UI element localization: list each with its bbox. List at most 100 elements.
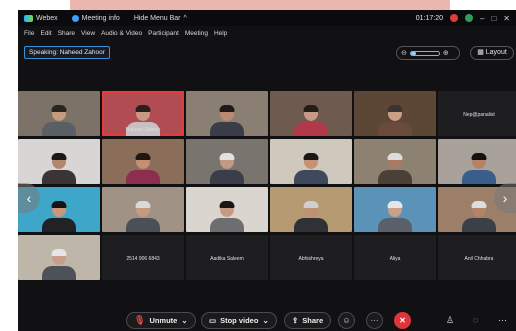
zoom-control[interactable]: ⊖ ⊕ bbox=[396, 46, 460, 60]
participant-tile[interactable] bbox=[186, 187, 268, 232]
participant-tile[interactable]: Abhishreya bbox=[270, 235, 352, 280]
stop-video-button[interactable]: ▭ Stop video ⌄ bbox=[201, 312, 277, 329]
participant-video bbox=[462, 153, 496, 184]
camera-icon: ▭ bbox=[209, 316, 217, 325]
participant-video bbox=[294, 153, 328, 184]
zoom-slider-fill bbox=[410, 51, 417, 55]
layout-label: Layout bbox=[485, 49, 507, 56]
more-options-button[interactable]: ··· bbox=[366, 312, 383, 329]
participant-tile[interactable] bbox=[102, 187, 184, 232]
participant-tile[interactable] bbox=[18, 235, 100, 280]
participant-name: Naheed Zahoor bbox=[125, 127, 161, 133]
share-button[interactable]: ⇪ Share bbox=[284, 312, 332, 329]
layout-button[interactable]: ▦ Layout bbox=[470, 46, 514, 60]
menu-meeting[interactable]: Meeting bbox=[185, 30, 208, 37]
participant-video bbox=[294, 105, 328, 136]
zoom-slider[interactable] bbox=[409, 50, 440, 56]
info-icon bbox=[71, 14, 79, 22]
participant-name: Aliya bbox=[389, 256, 401, 262]
participant-tile[interactable]: 2514 906 6843 bbox=[102, 235, 184, 280]
zoom-in-icon[interactable]: ⊕ bbox=[443, 49, 449, 57]
chevron-up-icon: ^ bbox=[183, 14, 187, 22]
participant-tile[interactable] bbox=[18, 91, 100, 136]
chat-icon[interactable]: ◌ bbox=[473, 315, 478, 325]
participant-video bbox=[378, 105, 412, 136]
menu-help[interactable]: Help bbox=[214, 30, 227, 37]
participant-tile[interactable] bbox=[438, 139, 516, 184]
active-speaker-indicator: Speaking: Naheed Zahoor bbox=[24, 46, 110, 59]
participant-name: Abhishreya bbox=[298, 256, 324, 262]
participant-video bbox=[126, 201, 160, 232]
participant-tile[interactable] bbox=[186, 91, 268, 136]
more-panels-icon[interactable]: ⋯ bbox=[498, 315, 507, 326]
participant-tile[interactable] bbox=[270, 139, 352, 184]
participant-video bbox=[126, 153, 160, 184]
participant-tile[interactable]: Aadika Saleem bbox=[186, 235, 268, 280]
maximize-icon[interactable]: □ bbox=[491, 14, 496, 23]
participant-video bbox=[294, 201, 328, 232]
meeting-info-button[interactable]: Meeting info bbox=[71, 14, 120, 22]
reactions-button[interactable]: ☺ bbox=[338, 312, 355, 329]
recording-icon bbox=[450, 14, 458, 22]
unmute-button[interactable]: 🎙 Unmute ⌄ bbox=[126, 312, 196, 329]
participant-video bbox=[210, 105, 244, 136]
participant-video bbox=[378, 201, 412, 232]
leave-meeting-button[interactable]: ✕ bbox=[394, 312, 411, 329]
participant-tile[interactable] bbox=[354, 139, 436, 184]
participant-tile[interactable] bbox=[270, 91, 352, 136]
participant-name: 2514 906 6843 bbox=[126, 256, 160, 262]
menu-audio-video[interactable]: Audio & Video bbox=[101, 30, 142, 37]
title-bar: Webex Meeting info Hide Menu Bar ^ 01:17… bbox=[18, 10, 516, 26]
menu-edit[interactable]: Edit bbox=[40, 30, 51, 37]
title-bar-right: 01:17:20 – □ ✕ bbox=[416, 10, 510, 26]
participant-video bbox=[42, 153, 76, 184]
menu-view[interactable]: View bbox=[81, 30, 95, 37]
menu-file[interactable]: File bbox=[24, 30, 34, 37]
top-strip bbox=[0, 0, 516, 10]
participant-tile[interactable] bbox=[102, 139, 184, 184]
close-icon[interactable]: ✕ bbox=[503, 14, 510, 23]
next-page-button[interactable]: › bbox=[494, 183, 516, 213]
menu-share[interactable]: Share bbox=[58, 30, 75, 37]
app-name: Webex bbox=[36, 14, 58, 22]
hide-menu-bar-label: Hide Menu Bar bbox=[133, 14, 181, 22]
participant-video bbox=[378, 153, 412, 184]
participant-tile[interactable]: Aliya bbox=[354, 235, 436, 280]
participant-tile[interactable]: Nep@panalist bbox=[438, 91, 516, 136]
meeting-info-label: Meeting info bbox=[81, 14, 120, 22]
hide-menu-bar-button[interactable]: Hide Menu Bar ^ bbox=[134, 15, 187, 22]
participant-video bbox=[42, 105, 76, 136]
more-icon: ··· bbox=[370, 316, 379, 325]
participant-video bbox=[42, 249, 76, 280]
security-shield-icon[interactable] bbox=[465, 14, 473, 22]
chevron-down-icon: ⌄ bbox=[262, 316, 269, 325]
participant-tile[interactable] bbox=[18, 139, 100, 184]
participant-tile[interactable]: Naheed Zahoor bbox=[102, 91, 184, 136]
unmute-label: Unmute bbox=[149, 316, 178, 325]
webex-window: Webex Meeting info Hide Menu Bar ^ 01:17… bbox=[18, 10, 516, 331]
participant-name: Anil Chhabra bbox=[464, 256, 494, 262]
microphone-muted-icon: 🎙 bbox=[134, 315, 146, 325]
participant-video bbox=[210, 153, 244, 184]
menu-participant[interactable]: Participant bbox=[148, 30, 179, 37]
zoom-out-icon[interactable]: ⊖ bbox=[401, 49, 407, 57]
participant-name: Nep@panalist bbox=[463, 112, 495, 118]
participant-video bbox=[462, 201, 496, 232]
participant-tile[interactable] bbox=[354, 187, 436, 232]
participant-tile[interactable] bbox=[354, 91, 436, 136]
stop-video-label: Stop video bbox=[220, 316, 259, 325]
meeting-timer: 01:17:20 bbox=[415, 14, 443, 22]
participant-tile[interactable]: Anil Chhabra bbox=[438, 235, 516, 280]
participant-tile[interactable] bbox=[186, 139, 268, 184]
pink-banner bbox=[70, 0, 450, 10]
minimize-icon[interactable]: – bbox=[480, 14, 484, 23]
participant-name: Aadika Saleem bbox=[210, 256, 244, 262]
close-icon: ✕ bbox=[399, 316, 406, 325]
share-screen-icon: ⇪ bbox=[292, 316, 299, 325]
participant-video bbox=[42, 201, 76, 232]
view-toolbar: Speaking: Naheed Zahoor ⊖ ⊕ ▦ Layout bbox=[18, 44, 516, 62]
participant-tile[interactable] bbox=[270, 187, 352, 232]
webex-logo-icon bbox=[24, 14, 33, 22]
participants-icon[interactable]: ♙ bbox=[446, 315, 454, 326]
chevron-down-icon: ⌄ bbox=[181, 316, 188, 325]
